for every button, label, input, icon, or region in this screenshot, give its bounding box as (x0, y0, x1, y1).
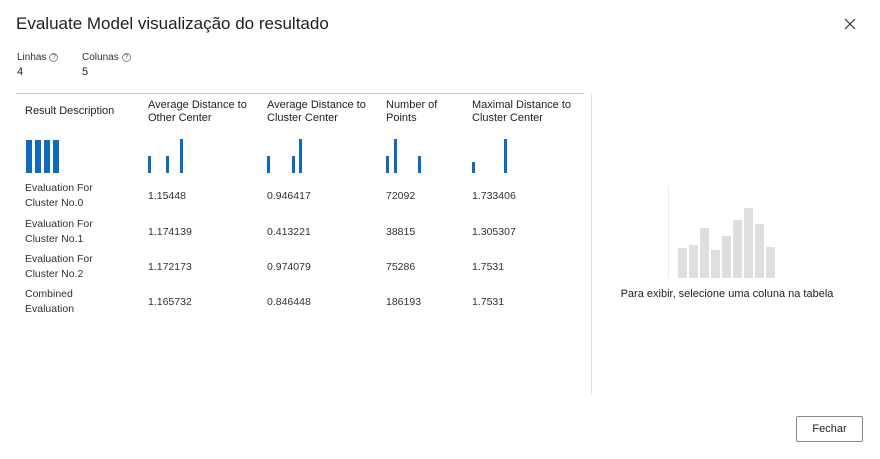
column-header-result-description[interactable]: Result Description (25, 105, 135, 118)
columns-label: Colunas (82, 52, 119, 63)
info-icon[interactable]: ? (121, 53, 131, 62)
close-icon[interactable] (838, 12, 862, 36)
table-cell: 72092 (386, 190, 416, 202)
placeholder-chart-icon (668, 186, 788, 278)
table-cell: Evaluation For Cluster No.1 (25, 218, 93, 245)
table-cell: 0.974079 (267, 261, 311, 273)
info-icon[interactable]: ? (49, 53, 59, 62)
empty-chart-hint: Para exibir, selecione uma coluna na tab… (620, 288, 834, 300)
table-divider (16, 93, 584, 94)
column-histogram-avg-distance-cluster[interactable] (267, 139, 307, 173)
columns-value: 5 (82, 66, 89, 78)
table-cell: Evaluation For Cluster No.2 (25, 253, 93, 280)
dialog-title: Evaluate Model visualização do resultado (16, 14, 329, 33)
close-button[interactable]: Fechar (796, 416, 863, 442)
table-cell: 1.7531 (472, 261, 505, 273)
column-header-number-of-points[interactable]: Number of Points (386, 99, 456, 125)
column-histogram-avg-distance-other[interactable] (148, 139, 188, 173)
column-histogram-number-of-points[interactable] (386, 139, 426, 173)
table-cell: Evaluation For Cluster No.0 (25, 182, 93, 209)
table-cell: 38815 (386, 226, 416, 238)
table-cell: 1.172173 (148, 261, 192, 273)
table-cell: 1.165732 (148, 296, 192, 308)
table-cell: 1.174139 (148, 226, 192, 238)
column-thumbnail-icon[interactable] (26, 140, 60, 173)
column-header-maximal-distance[interactable]: Maximal Distance to Cluster Center (472, 99, 572, 125)
table-cell: 0.413221 (267, 226, 311, 238)
rows-label: Linhas (17, 52, 47, 63)
column-header-avg-distance-other[interactable]: Average Distance to Other Center (148, 99, 260, 125)
column-header-avg-distance-cluster[interactable]: Average Distance to Cluster Center (267, 99, 379, 125)
columns-stat: Colunas? 5 (82, 52, 131, 78)
rows-value: 4 (17, 66, 24, 78)
results-table: Result Description Average Distance to O… (16, 93, 584, 393)
panel-divider (591, 93, 592, 395)
table-cell: 186193 (386, 296, 422, 308)
table-cell: Combined Evaluation (25, 288, 75, 315)
table-cell: 0.846448 (267, 296, 311, 308)
table-cell: 1.733406 (472, 190, 516, 202)
table-cell: 75286 (386, 261, 416, 273)
table-cell: 1.15448 (148, 190, 186, 202)
rows-stat: Linhas? 4 (17, 52, 59, 78)
table-cell: 0.946417 (267, 190, 311, 202)
table-cell: 1.305307 (472, 226, 516, 238)
table-cell: 1.7531 (472, 296, 505, 308)
column-histogram-maximal-distance[interactable] (472, 139, 512, 173)
